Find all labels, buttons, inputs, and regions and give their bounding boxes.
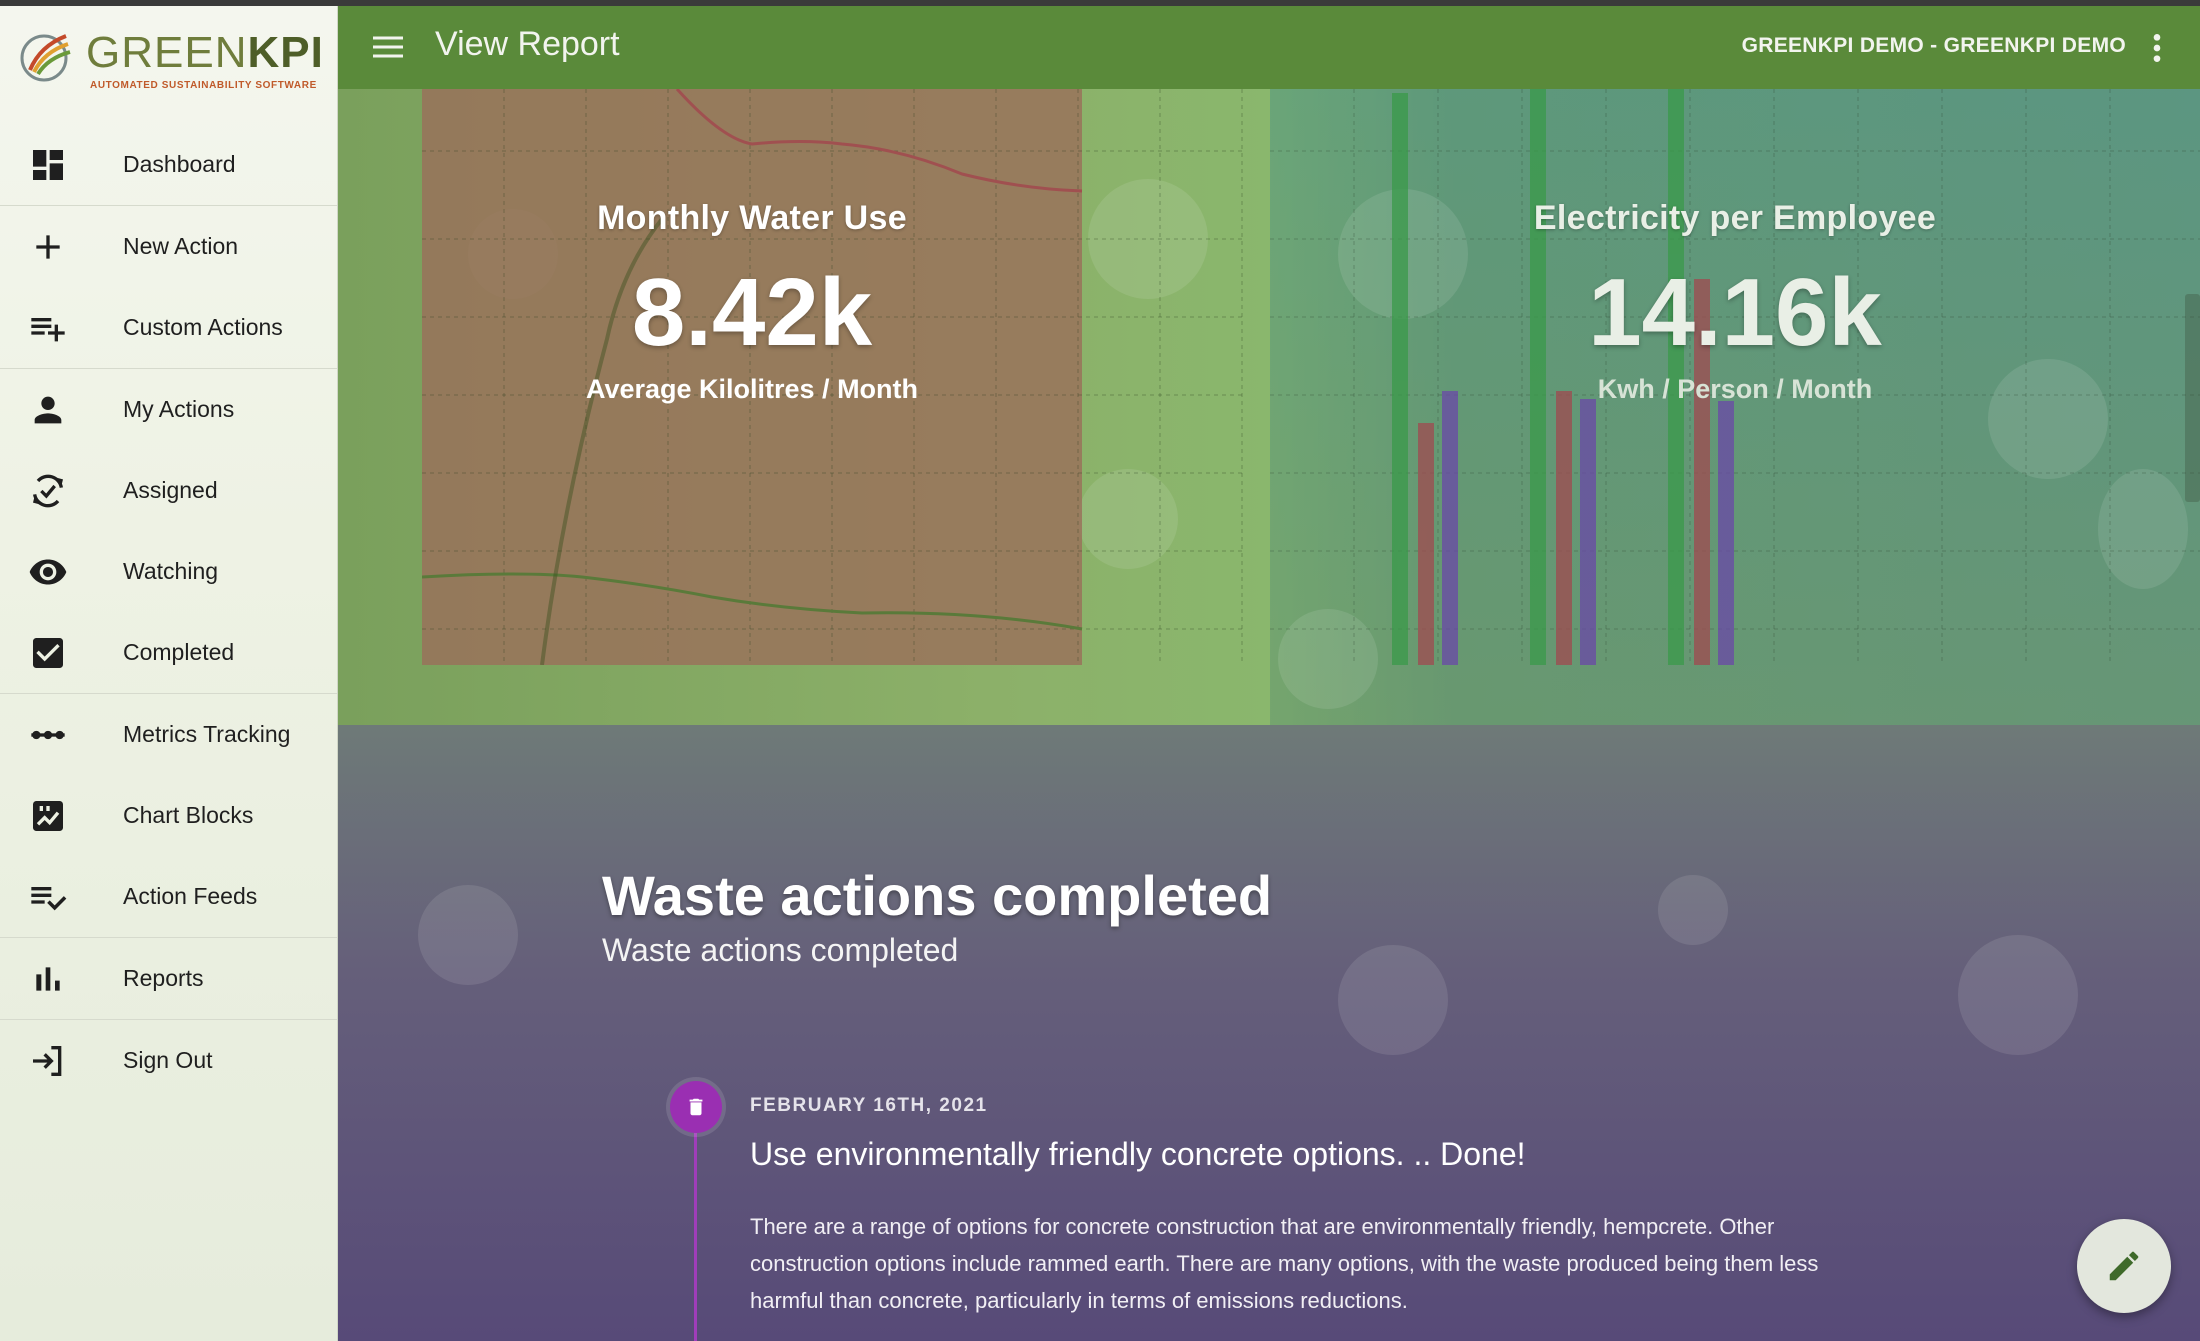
brand-tagline: AUTOMATED SUSTAINABILITY SOFTWARE — [90, 80, 317, 91]
sidebar-item-my-actions[interactable]: My Actions — [0, 368, 337, 450]
page-title: View Report — [435, 25, 620, 63]
sidebar: GREENKPI AUTOMATED SUSTAINABILITY SOFTWA… — [0, 6, 338, 1341]
sidebar-item-metrics-tracking[interactable]: Metrics Tracking — [0, 693, 337, 775]
timeline-date: FEBRUARY 16TH, 2021 — [750, 1095, 988, 1116]
water-use-stat[interactable]: Monthly Water Use 8.42k Average Kilolitr… — [422, 199, 1082, 405]
main-area: View Report GREENKPI DEMO - GREENKPI DEM… — [338, 6, 2200, 1341]
pencil-icon — [2109, 1251, 2139, 1281]
dots-line-icon — [31, 730, 65, 739]
section-heading: Waste actions completed — [602, 863, 1273, 927]
section-subheading: Waste actions completed — [602, 932, 959, 968]
sidebar-item-custom-actions[interactable]: Custom Actions — [0, 287, 337, 368]
sidebar-item-label: Custom Actions — [123, 314, 283, 340]
sidebar-item-label: Action Feeds — [123, 883, 258, 909]
bokeh-decoration — [1338, 945, 1448, 1055]
sidebar-item-label: Assigned — [123, 477, 218, 503]
sidebar-item-reports[interactable]: Reports — [0, 937, 337, 1019]
more-options-icon[interactable] — [2152, 32, 2162, 64]
stat-value: 8.42k — [631, 259, 873, 366]
sidebar-item-label: New Action — [123, 233, 239, 259]
trash-icon — [689, 1098, 703, 1116]
timeline-body: There are a range of options for concret… — [750, 1214, 1819, 1313]
timeline-marker — [670, 1081, 722, 1133]
sidebar-item-label: My Actions — [123, 396, 235, 422]
sidebar-item-new-action[interactable]: New Action — [0, 205, 337, 287]
sidebar-item-label: Completed — [123, 639, 235, 665]
stat-value: 14.16k — [1588, 259, 1882, 366]
bokeh-decoration — [418, 885, 518, 985]
brand-logo[interactable]: GREENKPI AUTOMATED SUSTAINABILITY SOFTWA… — [12, 20, 332, 96]
sidebar-item-sign-out[interactable]: Sign Out — [0, 1019, 337, 1101]
sign-out-icon — [33, 1045, 62, 1076]
account-name[interactable]: GREENKPI DEMO - GREENKPI DEMO — [1742, 34, 2126, 58]
stat-unit: Average Kilolitres / Month — [585, 374, 919, 404]
stats-hero: Monthly Water Use 8.42k Average Kilolitr… — [338, 89, 2200, 725]
logo-mark-icon — [20, 34, 71, 82]
sidebar-item-watching[interactable]: Watching — [0, 531, 337, 612]
sidebar-item-label: Metrics Tracking — [123, 721, 291, 747]
playlist-check-icon — [31, 886, 67, 910]
playlist-add-icon — [31, 317, 65, 341]
sidebar-item-label: Chart Blocks — [123, 802, 254, 828]
bar-chart-icon — [36, 966, 60, 991]
bokeh-decoration — [1658, 875, 1728, 945]
bokeh-decoration — [1958, 935, 2078, 1055]
app-bar: View Report GREENKPI DEMO - GREENKPI DEM… — [338, 6, 2200, 89]
sidebar-item-completed[interactable]: Completed — [0, 612, 337, 693]
assigned-icon — [33, 474, 63, 507]
stat-title: Monthly Water Use — [597, 199, 907, 237]
timeline-line — [694, 1105, 697, 1341]
stat-unit: Kwh / Person / Month — [1597, 374, 1873, 404]
sidebar-item-label: Sign Out — [123, 1047, 213, 1073]
sidebar-item-chart-blocks[interactable]: Chart Blocks — [0, 775, 337, 856]
plus-icon — [36, 234, 60, 259]
sidebar-item-label: Dashboard — [123, 151, 236, 177]
edit-button[interactable] — [2077, 1219, 2171, 1313]
person-icon — [34, 396, 62, 423]
stat-title: Electricity per Employee — [1533, 199, 1937, 237]
dashboard-icon — [33, 149, 63, 180]
eye-icon — [29, 559, 67, 584]
timeline-title[interactable]: Use environmentally friendly concrete op… — [750, 1136, 1526, 1173]
brand-name: GREENKPI — [86, 28, 324, 77]
sidebar-item-dashboard[interactable]: Dashboard — [0, 124, 337, 205]
chart-block-icon — [33, 800, 63, 831]
sidebar-nav: Dashboard New Action Custom Actions My A… — [0, 124, 337, 1101]
menu-icon[interactable] — [370, 32, 406, 62]
electricity-stat[interactable]: Electricity per Employee 14.16k Kwh / Pe… — [1270, 199, 2200, 405]
sidebar-item-assigned[interactable]: Assigned — [0, 450, 337, 531]
report-section: Waste actions completed Waste actions co… — [338, 725, 2200, 1341]
checkbox-icon — [33, 637, 63, 668]
sidebar-item-label: Watching — [123, 558, 219, 584]
scrollbar[interactable] — [2185, 294, 2200, 502]
sidebar-item-action-feeds[interactable]: Action Feeds — [0, 856, 337, 937]
sidebar-item-label: Reports — [123, 965, 204, 991]
